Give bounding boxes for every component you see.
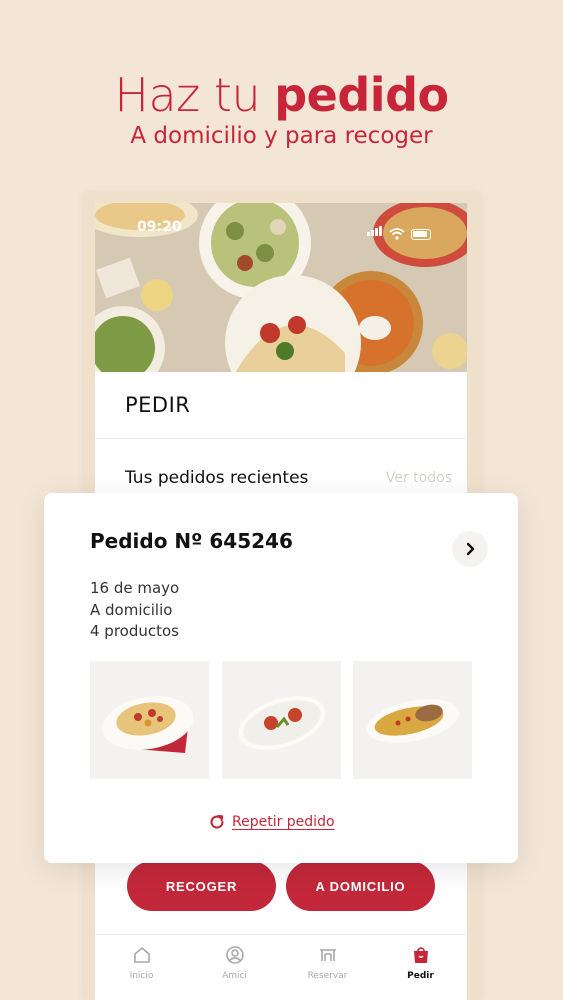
status-bar: 09:20 (95, 219, 467, 240)
page-title: PEDIR (125, 393, 191, 417)
divider (95, 438, 467, 439)
order-product-count: 4 productos (90, 622, 179, 640)
hero-food-image: 09:20 (95, 203, 467, 372)
table-icon (319, 949, 336, 961)
tab-amici[interactable]: Amici (188, 935, 281, 1000)
refresh-icon (210, 814, 224, 829)
repeat-order-label: Repetir pedido (232, 814, 335, 830)
status-time: 09:20 (137, 219, 182, 235)
delivery-button[interactable]: A DOMICILIO (286, 861, 435, 911)
home-icon (133, 947, 150, 963)
order-number: Pedido Nº 645246 (90, 529, 293, 553)
product-thumbnail (353, 661, 472, 779)
chevron-right-icon (466, 542, 475, 556)
pickup-button[interactable]: RECOGER (127, 861, 276, 911)
user-circle-icon (225, 946, 244, 964)
wifi-icon (389, 228, 405, 240)
order-date: 16 de mayo (90, 579, 180, 597)
battery-icon (411, 229, 431, 240)
tab-inicio[interactable]: Inicio (95, 935, 188, 1000)
promo-headline: Haz tu pedido A domicilio y para recoger (0, 66, 563, 150)
tab-label: Inicio (129, 971, 154, 981)
bottom-tab-bar: Inicio Amici Reservar Pedir (95, 934, 467, 1000)
product-thumbnail (90, 661, 209, 779)
status-icons (367, 221, 431, 240)
product-thumbnail (222, 661, 341, 779)
tab-label: Pedir (407, 971, 434, 981)
bag-icon (413, 947, 428, 963)
repeat-order-link[interactable]: Repetir pedido (208, 813, 335, 831)
see-all-link[interactable]: Ver todos (386, 470, 452, 486)
tab-label: Reservar (307, 971, 348, 981)
order-meta: 16 de mayo A domicilio 4 productos (90, 578, 179, 643)
tab-reservar[interactable]: Reservar (281, 935, 374, 1000)
order-mode: A domicilio (90, 600, 173, 619)
promo-title: Haz tu pedido (0, 66, 563, 124)
recent-order-card[interactable]: Pedido Nº 645246 16 de mayo A domicilio … (44, 493, 518, 863)
promo-title-light: Haz tu (114, 68, 275, 122)
signal-icon (367, 221, 383, 240)
order-detail-button[interactable] (452, 531, 488, 567)
recent-orders-label: Tus pedidos recientes (125, 468, 309, 488)
tab-label: Amici (222, 971, 247, 981)
promo-title-bold: pedido (274, 68, 449, 122)
tab-pedir[interactable]: Pedir (374, 935, 467, 1000)
promo-subtitle: A domicilio y para recoger (130, 123, 433, 149)
